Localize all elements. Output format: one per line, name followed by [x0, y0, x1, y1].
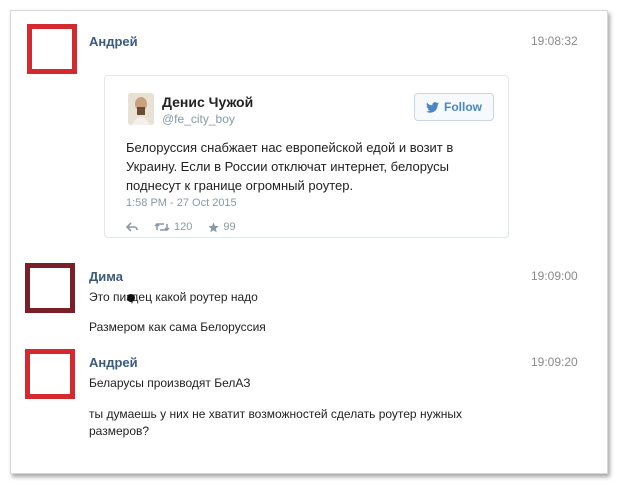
- like-action[interactable]: 99: [208, 221, 236, 233]
- follow-label: Follow: [444, 100, 482, 114]
- message-time: 19:09:20: [531, 355, 578, 369]
- message-text: Беларусы производят БелАЗ: [89, 376, 251, 390]
- message-text: Это пиздец какой роутер надо: [89, 290, 258, 304]
- censor-blot: [127, 294, 135, 302]
- message-text: Размером как сама Белоруссия: [89, 320, 266, 334]
- tweet-date[interactable]: 1:58 PM - 27 Oct 2015: [126, 197, 237, 209]
- reply-action[interactable]: [126, 222, 138, 232]
- avatar[interactable]: [25, 349, 75, 399]
- avatar[interactable]: [27, 24, 77, 74]
- tweet-author-name[interactable]: Денис Чужой: [162, 94, 253, 110]
- twitter-bird-icon: [426, 101, 439, 113]
- tweet-author-handle[interactable]: @fe_city_boy: [162, 112, 235, 126]
- retweet-action[interactable]: 120: [154, 221, 192, 233]
- author-name[interactable]: Андрей: [89, 355, 138, 370]
- message-text: ты думаешь у них не хватит возможностей …: [89, 407, 462, 438]
- author-name[interactable]: Дима: [89, 269, 123, 284]
- chat-panel: Андрей 19:08:32 Денис Чужой @fe_city_boy…: [10, 10, 608, 474]
- message-time: 19:08:32: [531, 34, 578, 48]
- tweet-actions: 120 99: [126, 221, 252, 233]
- author-name[interactable]: Андрей: [89, 34, 138, 49]
- retweet-icon: [154, 222, 170, 232]
- reply-icon: [126, 222, 138, 232]
- tweet-avatar[interactable]: [128, 93, 154, 125]
- avatar[interactable]: [25, 263, 75, 313]
- follow-button[interactable]: Follow: [414, 93, 494, 121]
- tweet-text: Белоруссия снабжает нас европейской едой…: [126, 140, 454, 193]
- star-icon: [208, 221, 219, 232]
- message-time: 19:09:00: [531, 269, 578, 283]
- retweet-count: 120: [174, 221, 193, 233]
- tweet-embed[interactable]: Денис Чужой @fe_city_boy Follow Белорусс…: [104, 75, 509, 238]
- like-count: 99: [223, 221, 236, 233]
